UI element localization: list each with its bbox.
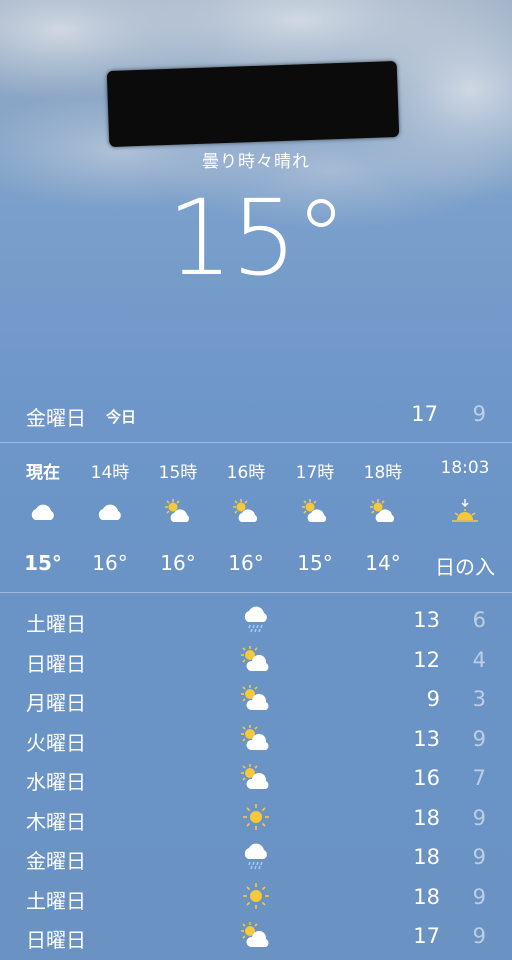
hour-label: 15時 xyxy=(158,463,198,483)
current-temperature: 15° xyxy=(166,177,347,299)
day-name: 日曜日 xyxy=(26,928,86,952)
daily-row: 土曜日 18 9 xyxy=(0,877,512,917)
partly-cloudy-icon xyxy=(239,920,273,950)
sun-icon xyxy=(239,881,273,911)
hour-temp: 16° xyxy=(92,551,128,575)
today-tag: 今日 xyxy=(106,408,137,426)
partly-cloudy-icon xyxy=(162,498,194,526)
day-high: 18 xyxy=(413,884,440,909)
divider-top xyxy=(0,442,512,443)
partly-cloudy-icon xyxy=(367,498,399,526)
sunset-icon xyxy=(449,498,481,526)
hour-label: 現在 xyxy=(26,463,60,483)
daily-row: 金曜日 18 9 xyxy=(0,837,512,877)
day-name: 土曜日 xyxy=(26,888,86,913)
cloud-icon xyxy=(94,498,126,526)
day-name: 日曜日 xyxy=(26,651,86,676)
partly-cloudy-icon xyxy=(239,683,273,713)
day-high: 18 xyxy=(413,805,440,830)
day-low: 9 xyxy=(472,845,486,869)
day-low: 9 xyxy=(472,726,486,751)
partly-cloudy-icon xyxy=(239,762,273,792)
hour-label: 18:03 xyxy=(440,458,490,478)
day-name: 月曜日 xyxy=(26,691,86,715)
day-low: 9 xyxy=(472,924,486,948)
hour-label: 14時 xyxy=(90,463,130,483)
hour-temp: 15° xyxy=(297,551,333,575)
day-high: 13 xyxy=(413,726,440,751)
hour-temp: 日の入 xyxy=(435,555,495,579)
day-high: 12 xyxy=(413,647,440,672)
hour-label: 16時 xyxy=(226,463,266,483)
day-low: 3 xyxy=(472,687,486,711)
daily-row: 月曜日 9 3 xyxy=(0,679,512,719)
day-name: 土曜日 xyxy=(26,612,86,636)
today-high: 17 xyxy=(411,402,438,426)
day-high: 16 xyxy=(413,766,440,790)
hour-temp: 16° xyxy=(160,551,196,575)
day-high: 13 xyxy=(413,608,440,632)
day-low: 9 xyxy=(472,884,486,909)
divider-bottom xyxy=(0,592,512,593)
partly-cloudy-icon xyxy=(230,498,262,526)
weather-condition: 曇り時々晴れ xyxy=(202,152,310,172)
rain-icon xyxy=(239,604,273,634)
hour-temp: 14° xyxy=(365,551,401,575)
day-name: 木曜日 xyxy=(26,809,86,834)
day-high: 17 xyxy=(413,924,440,948)
partly-cloudy-icon xyxy=(239,723,273,753)
daily-row: 水曜日 16 7 xyxy=(0,758,512,798)
partly-cloudy-icon xyxy=(299,498,331,526)
daily-row: 火曜日 13 9 xyxy=(0,719,512,759)
today-low: 9 xyxy=(472,402,486,426)
hour-temp: 16° xyxy=(228,551,264,575)
daily-row: 日曜日 17 9 xyxy=(0,916,512,956)
sun-icon xyxy=(239,802,273,832)
day-low: 7 xyxy=(472,766,486,790)
day-high: 9 xyxy=(426,687,440,711)
hour-temp: 15° xyxy=(24,551,62,575)
day-name: 火曜日 xyxy=(26,730,86,755)
cloud-icon xyxy=(27,498,59,526)
daily-row: 日曜日 12 4 xyxy=(0,640,512,680)
day-name: 水曜日 xyxy=(26,770,86,794)
hourly-forecast[interactable]: 現在 15° 14時 16° 15時 16° 16時 16° 17時 15° 1… xyxy=(0,446,512,591)
day-low: 6 xyxy=(472,608,486,632)
rain-icon xyxy=(239,841,273,871)
daily-row: 木曜日 18 9 xyxy=(0,798,512,838)
day-low: 4 xyxy=(472,647,486,672)
hour-label: 17時 xyxy=(295,463,335,483)
hour-label: 18時 xyxy=(363,463,403,483)
partly-cloudy-icon xyxy=(239,644,273,674)
daily-row: 土曜日 13 6 xyxy=(0,600,512,640)
today-day: 金曜日 xyxy=(26,406,86,430)
today-summary: 金曜日 今日 17 9 xyxy=(0,398,512,434)
day-name: 金曜日 xyxy=(26,849,86,873)
day-high: 18 xyxy=(413,845,440,869)
redacted-location xyxy=(106,60,400,148)
day-low: 9 xyxy=(472,805,486,830)
